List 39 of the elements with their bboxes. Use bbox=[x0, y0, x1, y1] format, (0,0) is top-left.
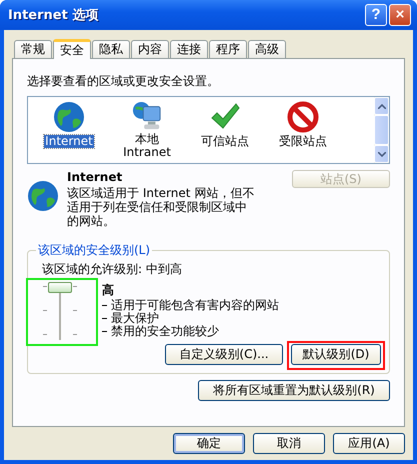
tab[interactable]: 程序 bbox=[209, 40, 247, 58]
close-button[interactable]: × bbox=[389, 4, 411, 26]
globe-icon bbox=[53, 101, 85, 133]
slider-thumb[interactable] bbox=[48, 282, 72, 293]
dash-icon bbox=[102, 331, 107, 332]
dialog-button[interactable]: 取消 bbox=[253, 433, 325, 454]
tab[interactable]: 隐私 bbox=[92, 40, 130, 58]
dash-icon bbox=[102, 305, 107, 306]
globe-icon bbox=[27, 180, 59, 212]
level-description: 最大保护 bbox=[111, 312, 159, 325]
zone-item[interactable]: 受限站点 bbox=[278, 135, 328, 148]
zone-title: Internet bbox=[67, 170, 124, 184]
zone-description: 该区域适用于 Internet 网站，但不适用于列在受信任和受限制区域中的网站。 bbox=[67, 186, 256, 228]
dialog-button[interactable]: 确定 bbox=[173, 433, 245, 454]
tab[interactable]: 常规 bbox=[14, 40, 52, 58]
tab[interactable]: 内容 bbox=[131, 40, 169, 58]
level-name: 高 bbox=[102, 282, 115, 299]
group-legend: 该区域的安全级别(L) bbox=[36, 242, 152, 259]
level-description: 禁用的安全功能较少 bbox=[111, 325, 219, 338]
tab[interactable]: 连接 bbox=[170, 40, 208, 58]
instruction-text: 选择要查看的区域或更改安全设置。 bbox=[27, 73, 220, 90]
reset-all-zones-button[interactable]: 将所有区域重置为默认级别(R) bbox=[198, 380, 390, 401]
window-title: Internet 选项 bbox=[8, 7, 100, 24]
level-description: 适用于可能包含有害内容的网站 bbox=[111, 299, 279, 312]
zone-item[interactable]: Internet bbox=[44, 135, 94, 148]
zone-item[interactable]: 可信站点 bbox=[200, 135, 250, 148]
dash-icon bbox=[102, 318, 107, 319]
default-level-button[interactable]: 默认级别(D) bbox=[291, 344, 381, 365]
dialog-button[interactable]: 应用(A) bbox=[333, 433, 405, 454]
no-entry-icon bbox=[287, 101, 319, 133]
computer-globe-icon bbox=[131, 101, 163, 131]
custom-level-button[interactable]: 自定义级别(C)... bbox=[165, 344, 283, 365]
scroll-up-button[interactable] bbox=[374, 97, 389, 115]
scroll-down-button[interactable] bbox=[374, 145, 389, 163]
zone-item[interactable]: 本地 Intranet bbox=[122, 133, 172, 159]
allowed-level-text: 该区域的允许级别: 中到高 bbox=[42, 261, 183, 278]
tab[interactable]: 高级 bbox=[248, 40, 286, 58]
scrollbar-thumb[interactable] bbox=[374, 115, 389, 145]
tab[interactable]: 安全 bbox=[53, 39, 91, 59]
